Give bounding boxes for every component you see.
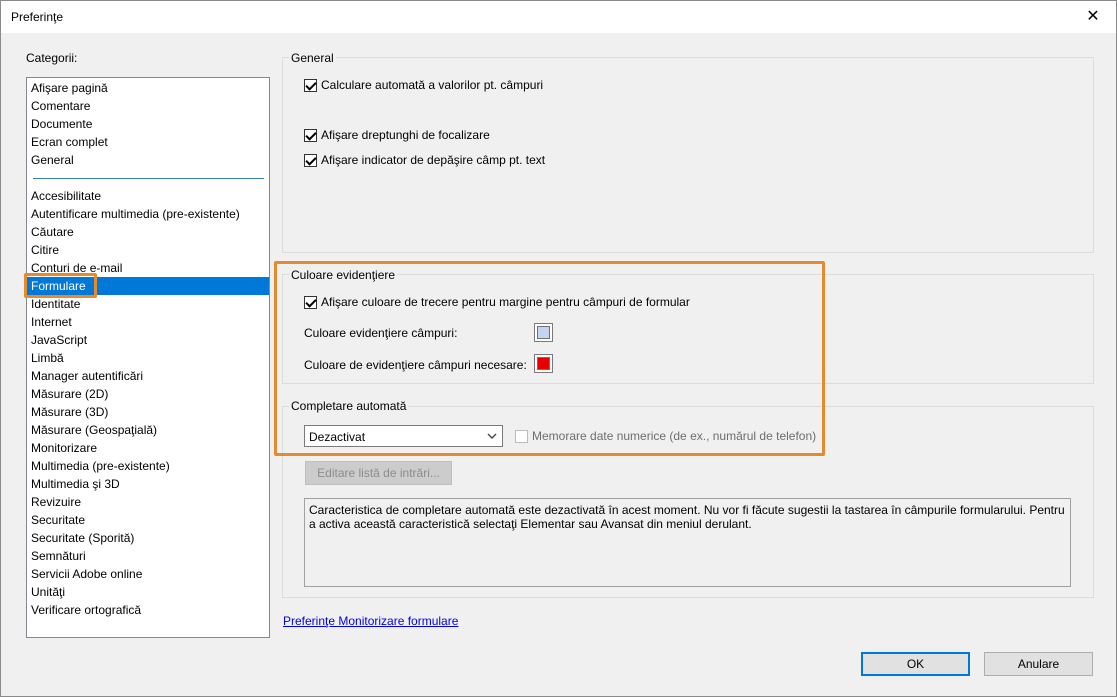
category-item[interactable]: Citire [27,241,269,259]
categories-separator [33,178,264,179]
category-item[interactable]: Semnături [27,547,269,565]
chevron-down-icon[interactable] [486,429,498,446]
category-item[interactable]: General [27,151,269,169]
forms-tracker-preferences-link[interactable]: Preferinţe Monitorizare formulare [283,614,458,628]
overflow-indicator-label: Afişare indicator de depăşire câmp pt. t… [321,153,546,167]
category-item[interactable]: JavaScript [27,331,269,349]
hover-border-check-icon[interactable] [304,295,317,309]
field-color-fill [537,326,550,339]
close-icon[interactable]: ✕ [1070,1,1116,33]
category-item[interactable]: Securitate (Sporită) [27,529,269,547]
cancel-button[interactable]: Anulare [984,652,1093,676]
remember-numeric-check-icon[interactable] [515,429,528,443]
required-color-label: Culoare de evidenţiere câmpuri necesare: [304,358,527,372]
category-item[interactable]: Conturi de e-mail [27,259,269,277]
category-item[interactable]: Afişare pagină [27,79,269,97]
auto-calc-label: Calculare automată a valorilor pt. câmpu… [321,78,544,92]
category-item[interactable]: Accesibilitate [27,187,269,205]
highlight-group-title: Culoare evidenţiere [289,268,398,282]
category-item[interactable]: Monitorizare [27,439,269,457]
categories-label: Categorii: [26,51,78,65]
window-title: Preferinţe [11,10,64,24]
autocomplete-mode-value: Dezactivat [309,430,366,444]
category-item[interactable]: Măsurare (3D) [27,403,269,421]
hover-border-label: Afişare culoare de trecere pentru margin… [321,295,690,309]
categories-list[interactable]: Afişare pagină Comentare Documente Ecran co… [26,77,270,638]
category-item[interactable]: Căutare [27,223,269,241]
focus-rect-check-icon[interactable] [304,128,317,142]
field-color-label: Culoare evidenţiere câmpuri: [304,326,458,340]
preferences-dialog: Preferinţe ✕ Categorii: Afişare pagină Co… [0,0,1117,697]
category-item[interactable]: Comentare [27,97,269,115]
category-item[interactable]: Manager autentificări [27,367,269,385]
title-bar: Preferinţe ✕ [1,1,1116,33]
category-item[interactable]: Securitate [27,511,269,529]
category-item[interactable]: Identitate [27,295,269,313]
hover-border-checkbox[interactable]: Afişare culoare de trecere pentru margin… [304,295,690,309]
remember-numeric-checkbox[interactable]: Memorare date numerice (de ex., numărul … [515,429,816,443]
category-item[interactable]: Servicii Adobe online [27,565,269,583]
category-item-selected[interactable]: Formulare [27,277,269,295]
general-group-title: General [289,51,336,65]
category-item[interactable]: Revizuire [27,493,269,511]
category-item[interactable]: Ecran complet [27,133,269,151]
overflow-indicator-check-icon[interactable] [304,153,317,167]
category-item[interactable]: Multimedia (pre-existente) [27,457,269,475]
focus-rect-label: Afişare dreptunghi de focalizare [321,128,490,142]
required-color-swatch[interactable] [534,354,553,373]
autocomplete-group-title: Completare automată [289,399,409,413]
category-item[interactable]: Unităţi [27,583,269,601]
autocomplete-description: Caracteristica de completare automată es… [304,498,1071,587]
category-item[interactable]: Verificare ortografică [27,601,269,619]
required-color-fill [537,357,550,370]
category-item[interactable]: Multimedia şi 3D [27,475,269,493]
auto-calc-checkbox[interactable]: Calculare automată a valorilor pt. câmpu… [304,78,543,92]
edit-entries-button[interactable]: Editare listă de intrări... [305,461,452,485]
field-color-swatch[interactable] [534,323,553,342]
category-item[interactable]: Autentificare multimedia (pre-existente) [27,205,269,223]
category-item[interactable]: Măsurare (2D) [27,385,269,403]
focus-rect-checkbox[interactable]: Afişare dreptunghi de focalizare [304,128,490,142]
auto-calc-check-icon[interactable] [304,78,317,92]
category-item[interactable]: Limbă [27,349,269,367]
remember-numeric-label: Memorare date numerice (de ex., numărul … [532,429,817,443]
overflow-indicator-checkbox[interactable]: Afişare indicator de depăşire câmp pt. t… [304,153,545,167]
category-item[interactable]: Documente [27,115,269,133]
category-item[interactable]: Internet [27,313,269,331]
ok-button[interactable]: OK [861,652,970,676]
autocomplete-mode-select[interactable]: Dezactivat [304,425,503,447]
category-item[interactable]: Măsurare (Geospaţială) [27,421,269,439]
